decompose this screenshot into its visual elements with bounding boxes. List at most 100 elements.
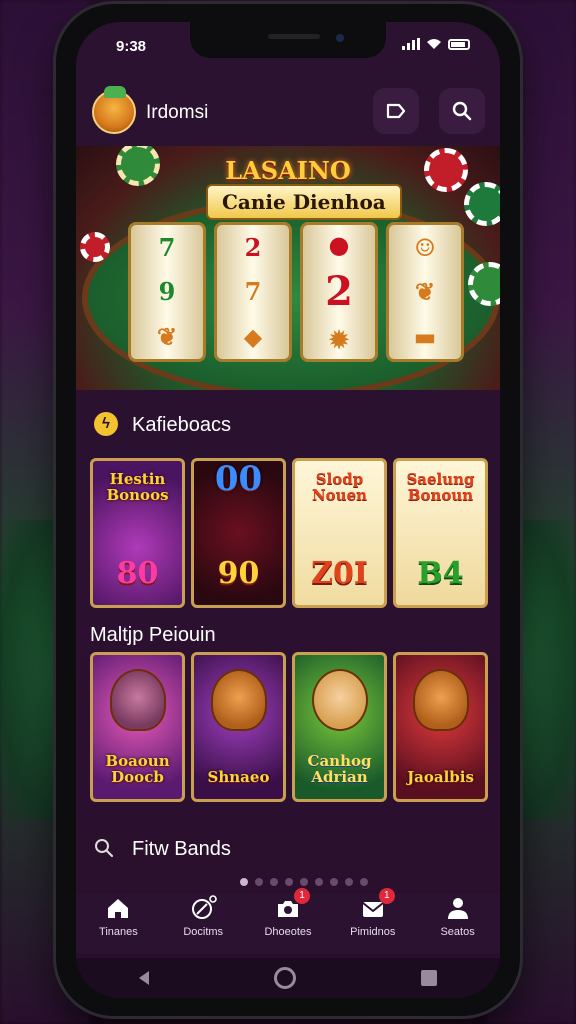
phone-frame: 9:38 Irdomsi LASAINO Canie Dienhoa 7 9 ❦… xyxy=(56,4,520,1016)
nav-label: Seatos xyxy=(440,926,475,938)
reel-symbol: ● xyxy=(328,229,350,259)
multiplayer-card-row: Boaoun Doocb Shnaeo Canhog Adrian Jaoalb… xyxy=(90,652,488,802)
game-card[interactable]: Hestin Bonoos 80 xyxy=(90,458,185,608)
tag-button[interactable] xyxy=(373,88,419,134)
reel-symbol: ❦ xyxy=(156,322,178,352)
speaker xyxy=(268,34,320,39)
lightning-icon: ϟ xyxy=(94,412,118,436)
slot-reel: 7 9 ❦ xyxy=(128,222,206,362)
tag-icon xyxy=(386,103,406,119)
poker-chip-icon xyxy=(80,232,110,262)
carousel-dot[interactable] xyxy=(255,878,263,886)
home-icon xyxy=(108,899,129,918)
nav-item-messages[interactable]: 1 Pimidnos xyxy=(333,888,413,938)
game-card[interactable]: Boaoun Doocb xyxy=(90,652,185,802)
system-nav-bar xyxy=(76,958,500,998)
poker-chip-icon xyxy=(464,182,500,226)
home-circle-icon[interactable] xyxy=(273,967,296,989)
notification-badge: 1 xyxy=(293,888,310,904)
game-card[interactable]: 00 90 xyxy=(191,458,286,608)
ball-icon xyxy=(192,895,217,919)
camera-lens xyxy=(336,34,344,42)
signal-icon xyxy=(402,38,420,50)
bottom-nav: Tinanes Docitms 1 Dhoeotes 1 Pimidnos Se… xyxy=(76,888,500,954)
game-card[interactable]: Jaoalbis xyxy=(393,652,488,802)
carousel-dots xyxy=(240,878,368,886)
card-title: Boaoun Doocb xyxy=(105,752,170,786)
carousel-dot[interactable] xyxy=(240,878,248,886)
slot-reel: ● 2 ✹ xyxy=(300,222,378,362)
nav-item-home[interactable]: Tinanes xyxy=(78,894,158,938)
card-value: Z0I xyxy=(311,556,368,591)
reel-symbol: ☺ xyxy=(414,232,436,262)
slot-reel: 2 7 ◆ xyxy=(214,222,292,362)
battery-icon xyxy=(448,38,470,50)
nav-item-sports[interactable]: Docitms xyxy=(163,894,243,938)
reel-symbol: 7 xyxy=(244,277,262,307)
carousel-dot[interactable] xyxy=(315,878,323,886)
nav-label: Docitms xyxy=(183,926,224,938)
reel-symbol: ▬ xyxy=(413,322,437,352)
card-title: Shnaeo xyxy=(207,768,270,786)
carousel-dot[interactable] xyxy=(330,878,338,886)
nav-item-profile[interactable]: Seatos xyxy=(418,894,498,938)
reel-symbol: ❦ xyxy=(414,277,436,307)
slot-reel: ☺ ❦ ▬ xyxy=(386,222,464,362)
mascot-image xyxy=(412,669,469,731)
card-value: 90 xyxy=(217,556,260,591)
card-value: B4 xyxy=(417,556,464,591)
carousel-dot[interactable] xyxy=(270,878,278,886)
game-card[interactable]: Canhog Adrian xyxy=(292,652,387,802)
card-title: 00 xyxy=(214,459,263,499)
banner-subtitle: Canie Dienhoa xyxy=(206,184,402,220)
app-title: Irdomsi xyxy=(146,102,209,123)
reel-symbol: 9 xyxy=(158,277,176,307)
section-heading-multiplayer: Maltjp Peiouin xyxy=(90,624,216,646)
carousel-dot[interactable] xyxy=(300,878,308,886)
reel-symbol: 2 xyxy=(325,268,353,316)
mascot-image xyxy=(109,669,166,731)
reel-symbol: ◆ xyxy=(243,322,263,352)
recent-apps-icon[interactable] xyxy=(421,970,438,986)
game-card[interactable]: Saelung Bonoun B4 xyxy=(393,458,488,608)
nav-label: Pimidnos xyxy=(350,926,396,938)
reel-symbol: ✹ xyxy=(328,325,350,355)
carousel-dot[interactable] xyxy=(360,878,368,886)
nav-item-photos[interactable]: 1 Dhoeotes xyxy=(248,888,328,938)
search-icon xyxy=(95,839,114,858)
banner-title: LASAINO xyxy=(225,156,351,185)
game-card[interactable]: Shnaeo xyxy=(191,652,286,802)
section-heading-find: Fitw Bands xyxy=(132,838,231,860)
card-title: Slodp Nouen xyxy=(311,470,368,504)
mascot-image xyxy=(311,669,368,731)
back-icon[interactable] xyxy=(138,971,149,985)
card-title: Saelung Bonoun xyxy=(406,470,475,504)
card-title: Jaoalbis xyxy=(407,768,474,786)
section-heading-featured: Kafieboacs xyxy=(132,414,231,436)
status-time: 9:38 xyxy=(116,38,147,55)
featured-card-row: Hestin Bonoos 80 00 90 Slodp Nouen Z0I S… xyxy=(90,458,488,608)
reel-symbol: 7 xyxy=(158,232,176,262)
app-logo[interactable] xyxy=(92,86,136,134)
game-card[interactable]: Slodp Nouen Z0I xyxy=(292,458,387,608)
phone-screen: 9:38 Irdomsi LASAINO Canie Dienhoa 7 9 ❦… xyxy=(76,22,500,998)
app-header: Irdomsi xyxy=(76,82,500,142)
notch xyxy=(190,22,386,58)
reel-symbol: 2 xyxy=(244,232,262,262)
slot-reels: 7 9 ❦ 2 7 ◆ ● 2 ✹ ☺ ❦ ▬ xyxy=(128,222,464,362)
nav-label: Tinanes xyxy=(99,926,138,938)
mascot-image xyxy=(210,669,267,731)
card-value: 80 xyxy=(116,556,159,591)
search-icon xyxy=(452,101,472,121)
nav-label: Dhoeotes xyxy=(264,926,312,938)
wifi-icon xyxy=(427,39,441,49)
card-title: Hestin Bonoos xyxy=(106,470,169,504)
carousel-dot[interactable] xyxy=(345,878,353,886)
profile-icon xyxy=(447,898,468,919)
notification-badge: 1 xyxy=(378,888,395,904)
search-button[interactable] xyxy=(439,88,485,134)
carousel-dot[interactable] xyxy=(285,878,293,886)
promo-banner[interactable]: LASAINO Canie Dienhoa 7 9 ❦ 2 7 ◆ ● 2 ✹ xyxy=(76,146,500,390)
card-title: Canhog Adrian xyxy=(307,752,372,786)
status-icons xyxy=(402,38,470,50)
